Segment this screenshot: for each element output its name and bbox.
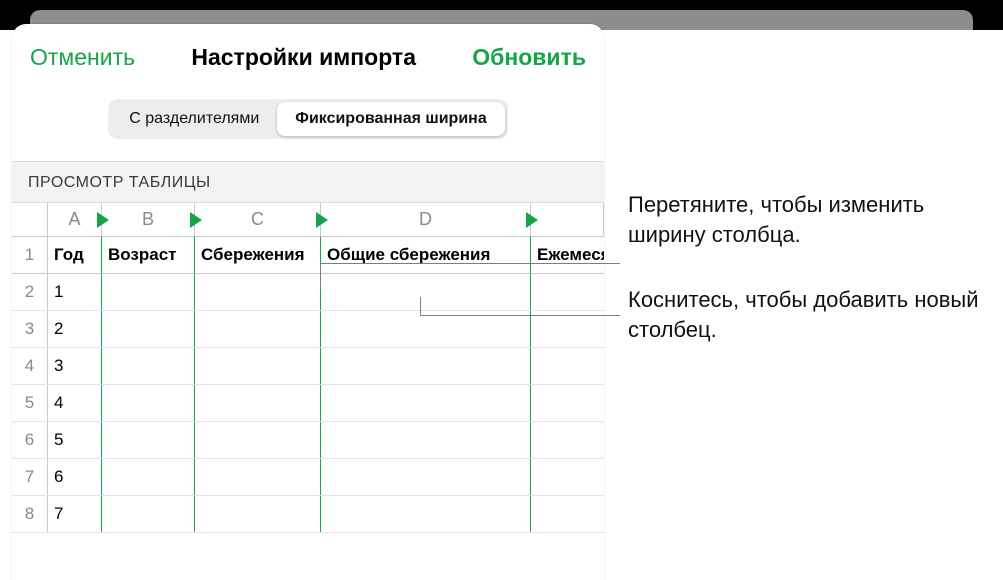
cell[interactable] [195,274,321,310]
col-header-extra[interactable] [531,203,604,236]
callout-drag: Перетяните, чтобы изменить ширину столбц… [628,190,998,249]
table-row: 3 2 [12,311,604,348]
cell[interactable] [321,348,531,384]
row-number: 6 [12,422,48,458]
table-row: 8 7 [12,496,604,533]
cell[interactable] [321,311,531,347]
table-row: 2 1 [12,274,604,311]
col-header-d[interactable]: D [321,203,531,236]
table-rows: 1 Год Возраст Сбережения Общие сбережени… [12,237,604,533]
col-header-a[interactable]: A [48,203,102,236]
cell[interactable]: 2 [48,311,102,347]
cell[interactable] [195,385,321,421]
corner-cell [12,203,48,236]
cell[interactable] [102,274,195,310]
cell[interactable]: 3 [48,348,102,384]
seg-delimited[interactable]: С разделителями [111,102,277,136]
cancel-button[interactable]: Отменить [30,44,135,71]
row-number: 3 [12,311,48,347]
callout-leader [320,263,321,291]
table-row: 4 3 [12,348,604,385]
cell[interactable] [195,348,321,384]
panel-header: Отменить Настройки импорта Обновить [12,24,604,89]
cell[interactable] [321,274,531,310]
segmented-control-wrap: С разделителями Фиксированная ширина [12,89,604,161]
column-headers: A B C D [12,203,604,237]
row-number: 2 [12,274,48,310]
cell[interactable] [531,385,604,421]
cell[interactable] [321,496,531,532]
cell[interactable] [531,459,604,495]
col-header-c[interactable]: C [195,203,321,236]
import-settings-panel: Отменить Настройки импорта Обновить С ра… [12,24,604,580]
cell[interactable] [321,459,531,495]
cell[interactable] [531,274,604,310]
column-resize-handle-icon[interactable] [97,212,109,228]
col-header-b[interactable]: B [102,203,195,236]
cell[interactable]: Возраст [102,237,195,273]
cell[interactable] [195,496,321,532]
row-number: 7 [12,459,48,495]
cell[interactable] [102,385,195,421]
cell[interactable] [195,422,321,458]
cell[interactable]: Сбережения [195,237,321,273]
column-resize-handle-icon[interactable] [190,212,202,228]
cell[interactable] [102,496,195,532]
cell[interactable] [531,496,604,532]
cell[interactable] [195,311,321,347]
table-row: 6 5 [12,422,604,459]
callout-leader [420,315,620,316]
table-row: 7 6 [12,459,604,496]
callout-leader [420,297,421,315]
callout-tap: Коснитесь, чтобы добавить новый столбец. [628,285,998,344]
seg-fixed-width[interactable]: Фиксированная ширина [277,102,504,136]
table-row: 1 Год Возраст Сбережения Общие сбережени… [12,237,604,274]
callout-leader [320,263,620,264]
cell[interactable]: Общие сбережения [321,237,531,273]
row-number: 1 [12,237,48,273]
cell[interactable] [531,348,604,384]
update-button[interactable]: Обновить [472,44,586,71]
row-number: 5 [12,385,48,421]
cell[interactable] [321,385,531,421]
cell[interactable] [531,311,604,347]
panel-title: Настройки импорта [191,44,416,71]
cell[interactable] [102,459,195,495]
cell[interactable] [531,422,604,458]
row-number: 8 [12,496,48,532]
cell[interactable]: 4 [48,385,102,421]
cell[interactable]: 5 [48,422,102,458]
column-resize-handle-icon[interactable] [316,212,328,228]
cell[interactable]: Ежемеся [531,237,604,273]
cell[interactable]: 6 [48,459,102,495]
cell[interactable] [102,348,195,384]
cell[interactable] [102,422,195,458]
cell[interactable]: Год [48,237,102,273]
cell[interactable] [195,459,321,495]
cell[interactable]: 7 [48,496,102,532]
table-preview: A B C D 1 Год Возраст Сбережения [12,203,604,533]
cell[interactable] [102,311,195,347]
cell[interactable] [321,422,531,458]
cell[interactable]: 1 [48,274,102,310]
section-label: ПРОСМОТР ТАБЛИЦЫ [12,161,604,203]
table-row: 5 4 [12,385,604,422]
segmented-control: С разделителями Фиксированная ширина [108,99,507,139]
row-number: 4 [12,348,48,384]
column-resize-handle-icon[interactable] [526,212,538,228]
